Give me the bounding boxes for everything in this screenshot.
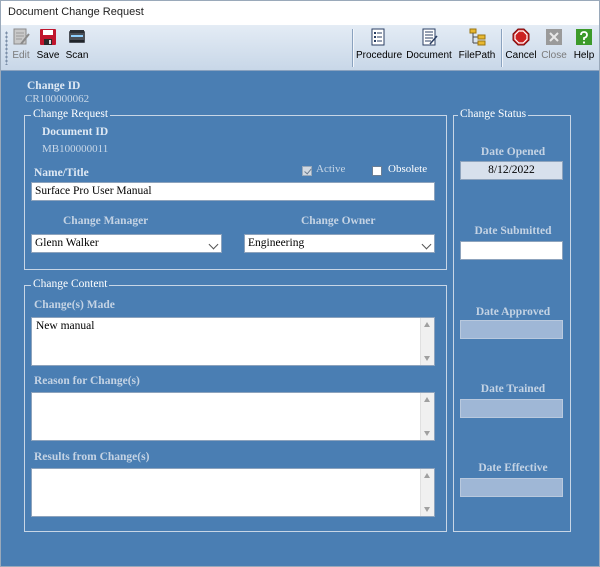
results-from-changes-textarea[interactable]: [31, 468, 435, 517]
procedure-icon: [369, 27, 387, 47]
date-approved-field[interactable]: [460, 320, 563, 339]
change-request-group: Change Request Document ID MB100000011 N…: [24, 108, 447, 270]
filepath-button[interactable]: FilePath: [458, 27, 496, 67]
date-approved-label: Date Approved: [475, 306, 551, 318]
toolbar-separator: [501, 29, 503, 67]
change-request-title: Change Request: [31, 108, 111, 120]
scroll-up-icon: [424, 473, 430, 478]
obsolete-label: Obsolete: [388, 163, 428, 175]
reason-for-changes-textarea[interactable]: [31, 392, 435, 441]
change-status-group: Change Status Date Opened 8/12/2022 Date…: [453, 108, 571, 532]
change-content-group: Change Content Change(s) Made New manual…: [24, 278, 447, 532]
change-status-title: Change Status: [458, 108, 529, 120]
date-effective-field[interactable]: [460, 478, 563, 497]
close-button[interactable]: Close: [541, 27, 567, 67]
change-id-value: CR100000062: [25, 93, 90, 105]
date-submitted-field[interactable]: [460, 241, 563, 260]
document-label: Document: [406, 50, 452, 61]
chevron-down-icon: [208, 239, 219, 250]
cancel-button[interactable]: Cancel: [505, 27, 537, 67]
help-label: Help: [573, 50, 595, 61]
change-content-title: Change Content: [31, 278, 110, 290]
scrollbar[interactable]: [420, 318, 434, 365]
document-id-label: Document ID: [42, 126, 109, 138]
change-owner-select[interactable]: Engineering: [244, 234, 435, 253]
document-button[interactable]: Document: [406, 27, 452, 67]
date-trained-field[interactable]: [460, 399, 563, 418]
document-icon: [420, 27, 438, 47]
filepath-icon: [468, 27, 486, 47]
date-effective-label: Date Effective: [478, 462, 548, 474]
scroll-up-icon: [424, 322, 430, 327]
save-icon: [39, 27, 57, 47]
help-icon: [575, 27, 593, 47]
document-id-value: MB100000011: [42, 143, 109, 155]
edit-icon: [12, 27, 30, 47]
active-label: Active: [316, 163, 346, 175]
save-button[interactable]: Save: [36, 27, 60, 67]
title-bar: Document Change Request: [1, 1, 599, 25]
scrollbar[interactable]: [420, 469, 434, 516]
toolbar-separator: [352, 29, 354, 67]
scan-label: Scan: [65, 50, 89, 61]
edit-button[interactable]: Edit: [10, 27, 32, 67]
change-manager-value: Glenn Walker: [35, 237, 99, 249]
obsolete-checkbox[interactable]: [372, 166, 382, 176]
scan-button[interactable]: Scan: [64, 27, 90, 67]
changes-made-textarea[interactable]: New manual: [31, 317, 435, 366]
procedure-label: Procedure: [356, 50, 403, 61]
active-checkbox[interactable]: [302, 166, 312, 176]
help-button[interactable]: Help: [571, 27, 597, 67]
change-manager-label: Change Manager: [63, 215, 149, 227]
close-label: Close: [541, 50, 567, 61]
name-title-input[interactable]: Surface Pro User Manual: [31, 182, 435, 201]
scroll-up-icon: [424, 397, 430, 402]
close-icon: [545, 27, 563, 47]
change-owner-label: Change Owner: [301, 215, 376, 227]
scroll-down-icon: [424, 507, 430, 512]
date-opened-label: Date Opened: [480, 146, 546, 158]
scroll-down-icon: [424, 431, 430, 436]
reason-for-changes-label: Reason for Change(s): [34, 375, 140, 387]
date-trained-label: Date Trained: [480, 383, 546, 395]
edit-label: Edit: [12, 50, 30, 61]
change-manager-select[interactable]: Glenn Walker: [31, 234, 222, 253]
changes-made-text: New manual: [36, 320, 95, 332]
changes-made-label: Change(s) Made: [34, 299, 115, 311]
cancel-icon: [512, 27, 530, 47]
document-change-request-window: Document Change Request Edit Save Scan P…: [0, 0, 600, 567]
scrollbar[interactable]: [420, 393, 434, 440]
results-from-changes-label: Results from Change(s): [34, 451, 150, 463]
chevron-down-icon: [421, 239, 432, 250]
scanner-icon: [68, 27, 86, 47]
toolbar: Edit Save Scan Procedure Document FilePa…: [1, 25, 599, 71]
date-opened-field[interactable]: 8/12/2022: [460, 161, 563, 180]
procedure-button[interactable]: Procedure: [356, 27, 403, 67]
change-owner-value: Engineering: [248, 237, 305, 249]
cancel-label: Cancel: [505, 50, 537, 61]
save-label: Save: [36, 50, 60, 61]
change-id-label: Change ID: [27, 80, 81, 92]
date-submitted-label: Date Submitted: [474, 225, 552, 237]
toolbar-grip[interactable]: [5, 31, 8, 65]
scroll-down-icon: [424, 356, 430, 361]
filepath-label: FilePath: [458, 50, 496, 61]
window-title: Document Change Request: [8, 6, 144, 18]
name-title-label: Name/Title: [34, 167, 89, 179]
